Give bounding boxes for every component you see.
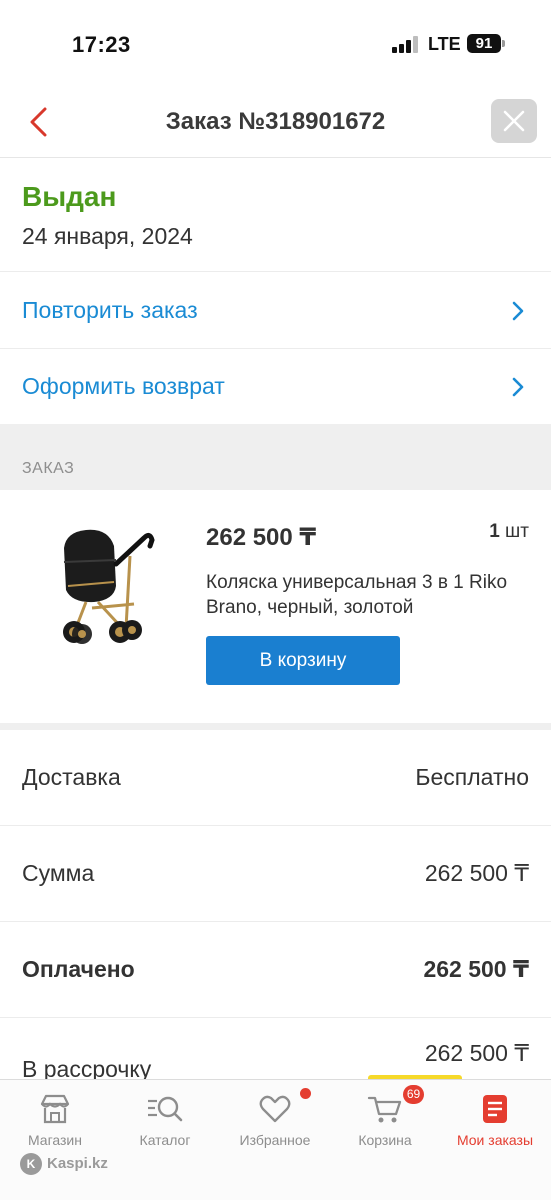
nav-item-shop[interactable]: Магазин [0, 1092, 110, 1162]
product-quantity: 1 шт [489, 521, 529, 543]
page-title: Заказ №318901672 [165, 108, 386, 135]
cellular-signal-icon [392, 36, 418, 53]
chevron-right-icon [512, 301, 524, 321]
summary-value: Бесплатно [415, 764, 529, 790]
summary-label: Сумма [22, 860, 95, 886]
summary-row-total: Сумма 262 500 ₸ [0, 826, 551, 922]
return-order-label: Оформить возврат [22, 373, 225, 399]
order-status-date: 24 января, 2024 [22, 223, 193, 249]
cart-icon [367, 1096, 402, 1123]
summary-row-delivery: Доставка Бесплатно [0, 730, 551, 826]
section-label: ЗАКАЗ [22, 460, 75, 477]
order-status-label: Выдан [22, 181, 117, 212]
cart-count-badge: 69 [403, 1085, 424, 1104]
close-button[interactable] [491, 99, 537, 143]
nav-item-cart[interactable]: 69 Корзина [330, 1085, 440, 1162]
nav-label: Корзина [358, 1132, 412, 1148]
status-bar: 17:23 LTE 91 [0, 0, 551, 90]
battery-icon: 91 [467, 34, 501, 53]
nav-label: Каталог [139, 1132, 191, 1148]
summary-label: Оплачено [22, 956, 135, 982]
nav-item-orders[interactable]: Мои заказы [440, 1092, 550, 1162]
close-icon [503, 110, 525, 132]
return-order-row[interactable]: Оформить возврат [0, 349, 551, 425]
chevron-right-icon [512, 377, 524, 397]
product-name[interactable]: Коляска универсальная 3 в 1 Riko Brano, … [206, 570, 526, 620]
summary-value: 262 500 ₸ [423, 956, 529, 982]
network-type: LTE [428, 34, 461, 54]
product-price: 262 500 ₸ [206, 524, 317, 551]
catalog-search-icon [148, 1096, 183, 1122]
summary-row-paid: Оплачено 262 500 ₸ [0, 922, 551, 1018]
order-product: 262 500 ₸ 1 шт Коляска универсальная 3 в… [0, 490, 551, 725]
kaspi-logo-icon: K [20, 1153, 42, 1175]
nav-item-catalog[interactable]: Каталог [110, 1092, 220, 1162]
repeat-order-label: Повторить заказ [22, 297, 198, 323]
order-status-block: Выдан 24 января, 2024 [0, 159, 551, 272]
page-header: Заказ №318901672 [0, 90, 551, 158]
battery-tip [502, 40, 505, 47]
summary-value: 262 500 ₸ [424, 1040, 529, 1066]
nav-label: Избранное [239, 1132, 311, 1148]
notification-dot [300, 1088, 311, 1099]
shop-icon [40, 1094, 70, 1124]
watermark-text: Kaspi.kz [47, 1155, 108, 1172]
product-image[interactable] [46, 516, 160, 652]
quantity-unit: шт [505, 521, 529, 542]
quantity-number: 1 [489, 521, 500, 542]
bottom-navigation: Магазин Каталог Избранное 69 Корзина Мои… [0, 1079, 551, 1200]
nav-label: Мои заказы [456, 1132, 534, 1148]
repeat-order-row[interactable]: Повторить заказ [0, 273, 551, 349]
nav-item-favorites[interactable]: Избранное [220, 1088, 330, 1162]
summary-label: Доставка [22, 764, 121, 790]
heart-icon [259, 1095, 291, 1123]
stroller-image [46, 516, 160, 652]
order-section-header: ЗАКАЗ [0, 424, 551, 490]
summary-value: 262 500 ₸ [424, 860, 529, 886]
status-time: 17:23 [72, 32, 131, 57]
nav-label: Магазин [27, 1132, 82, 1148]
add-to-cart-button[interactable]: В корзину [206, 636, 400, 685]
section-divider [0, 723, 551, 730]
orders-icon [483, 1095, 507, 1123]
